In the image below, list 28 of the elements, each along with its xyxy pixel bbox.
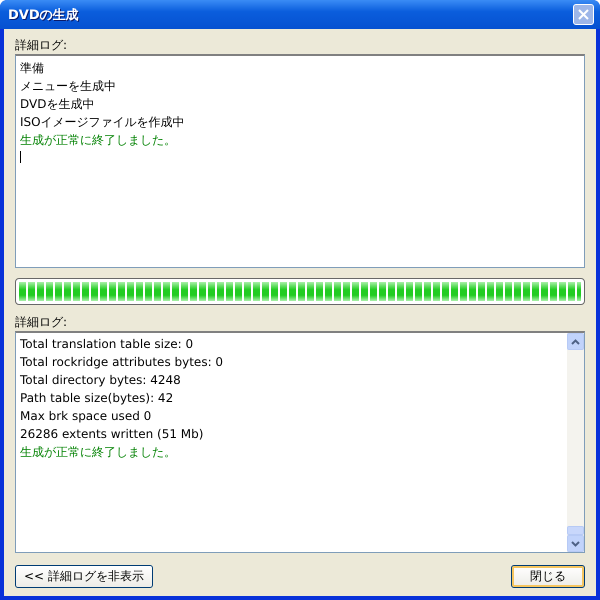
chevron-down-icon: [571, 540, 580, 546]
log-area[interactable]: 準備 メニューを生成中 DVDを生成中 ISOイメージファイルを作成中 生成が正常に終了しました。: [15, 54, 585, 268]
close-dialog-button[interactable]: 閉じる: [511, 565, 585, 588]
log-line: Path table size(bytes): 42: [20, 390, 174, 407]
scroll-down-button[interactable]: [567, 535, 584, 552]
log-line: Total directory bytes: 4248: [20, 372, 182, 389]
log-line: 生成が正常に終了しました。: [20, 132, 177, 149]
log-label: 詳細ログ:: [15, 314, 68, 331]
scroll-thumb[interactable]: [567, 526, 584, 535]
log-line: 26286 extents written (51 Mb): [20, 426, 204, 443]
log-line: メニューを生成中: [20, 78, 117, 95]
log-line: ISOイメージファイルを作成中: [20, 114, 186, 131]
text-caret: [20, 151, 21, 163]
hide-log-button[interactable]: << 詳細ログを非表示: [15, 565, 153, 588]
log-line: Max brk space used 0: [20, 408, 152, 425]
chevron-up-icon: [571, 338, 580, 344]
window-title: DVDの生成: [8, 6, 79, 24]
log-line: 生成が正常に終了しました。: [20, 444, 177, 461]
log-line: Total rockridge attributes bytes: 0: [20, 354, 224, 371]
scroll-up-button[interactable]: [567, 333, 584, 350]
log-label: 詳細ログ:: [15, 37, 68, 54]
log-line: 準備: [20, 60, 45, 77]
close-button[interactable]: [573, 4, 594, 25]
log-line: DVDを生成中: [20, 96, 96, 113]
log-line: Total translation table size: 0: [20, 336, 194, 353]
scrollbar[interactable]: [567, 333, 584, 552]
log-area[interactable]: Total translation table size: 0 Total rockridge attributes bytes: 0 Total directory bytes: 4248 Path table size(bytes): 42 Max brk space used 0 26286 extents written (51 Mb) 生成が正常に終了しました。: [15, 331, 585, 553]
close-icon: [578, 9, 589, 20]
